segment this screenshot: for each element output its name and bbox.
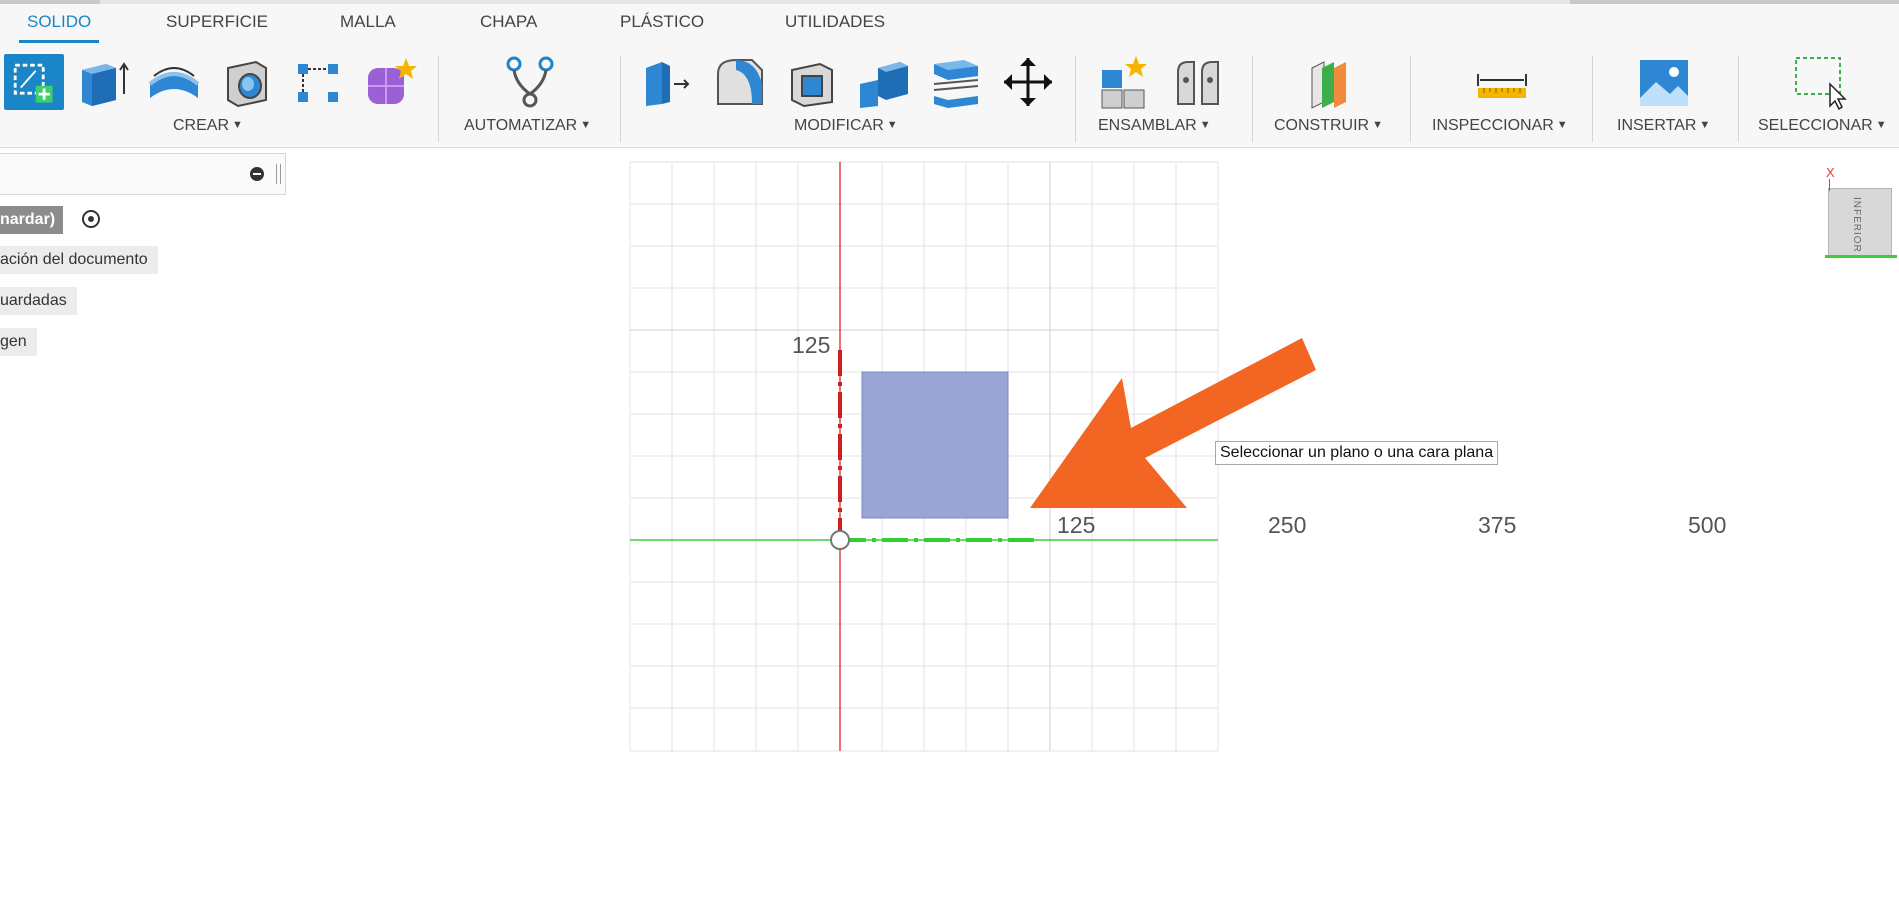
- automate-icon: [506, 56, 554, 108]
- viewcube[interactable]: X INFERIOR: [1825, 165, 1897, 258]
- measure-icon: [1477, 74, 1527, 98]
- automate-button[interactable]: [502, 54, 558, 110]
- group-divider: [1252, 56, 1253, 142]
- move-copy-button[interactable]: [1000, 54, 1056, 110]
- viewcube-axis-label: X: [1826, 165, 1835, 180]
- press-pull-icon: [646, 62, 690, 106]
- tick-label-500: 500: [1688, 512, 1727, 538]
- tab-plastico[interactable]: PLÁSTICO: [620, 12, 704, 32]
- form-icon: [368, 58, 417, 104]
- revolve-button[interactable]: [146, 54, 202, 110]
- tab-superficie[interactable]: SUPERFICIE: [166, 12, 268, 32]
- insert-image-button[interactable]: [1636, 54, 1692, 110]
- extrude-icon: [82, 62, 129, 106]
- group-ensamblar[interactable]: ENSAMBLAR ▼: [1098, 117, 1211, 135]
- tick-label-250: 250: [1268, 512, 1307, 538]
- offset-plane-button[interactable]: [1302, 54, 1358, 110]
- group-divider: [1410, 56, 1411, 142]
- create-sketch-icon: [13, 63, 53, 103]
- extrude-button[interactable]: [76, 54, 132, 110]
- selection-tooltip: Seleccionar un plano o una cara plana: [1215, 441, 1499, 465]
- press-pull-button[interactable]: [640, 54, 696, 110]
- group-automatizar[interactable]: AUTOMATIZAR ▼: [464, 117, 591, 135]
- tick-label-375: 375: [1478, 512, 1517, 538]
- revolve-icon: [148, 67, 200, 98]
- group-crear[interactable]: CREAR ▼: [173, 117, 243, 135]
- viewcube-x-axis: [1829, 179, 1830, 191]
- group-divider: [1738, 56, 1739, 142]
- split-body-icon: [933, 60, 979, 108]
- pattern-button[interactable]: [290, 54, 346, 110]
- fillet-icon: [717, 59, 763, 105]
- select-button[interactable]: [1792, 54, 1848, 110]
- shell-button[interactable]: [784, 54, 840, 110]
- tab-solido[interactable]: SOLIDO: [18, 12, 100, 43]
- measure-button[interactable]: [1474, 54, 1530, 110]
- shell-icon: [791, 62, 833, 108]
- hole-icon: [227, 60, 267, 108]
- tab-malla[interactable]: MALLA: [340, 12, 396, 32]
- fillet-button[interactable]: [712, 54, 768, 110]
- group-divider: [438, 56, 439, 142]
- combine-button[interactable]: [856, 54, 912, 110]
- move-arrows-icon: [1004, 58, 1052, 106]
- form-button[interactable]: [362, 54, 418, 110]
- group-modificar[interactable]: MODIFICAR ▼: [794, 117, 898, 135]
- combine-icon: [860, 62, 908, 108]
- group-divider: [1592, 56, 1593, 142]
- viewcube-y-axis: [1825, 255, 1897, 258]
- viewcube-face-label[interactable]: INFERIOR: [1851, 197, 1862, 253]
- create-sketch-button[interactable]: [4, 54, 64, 110]
- joint-icon: [1177, 61, 1219, 105]
- group-divider: [620, 56, 621, 142]
- group-seleccionar[interactable]: SELECCIONAR ▼: [1758, 117, 1887, 135]
- group-insertar[interactable]: INSERTAR ▼: [1617, 117, 1710, 135]
- sketch-grid[interactable]: [0, 148, 1899, 913]
- new-component-button[interactable]: [1098, 54, 1154, 110]
- tick-label-vertical-125: 125: [792, 332, 831, 358]
- pattern-icon: [298, 64, 338, 102]
- tick-label-125: 125: [1057, 512, 1096, 538]
- ribbon-toolbar: SOLIDO SUPERFICIE MALLA CHAPA PLÁSTICO U…: [0, 4, 1899, 148]
- split-body-button[interactable]: [928, 54, 984, 110]
- design-canvas[interactable]: 125 125 250 375 500 Seleccionar un plano…: [0, 148, 1899, 913]
- group-inspeccionar[interactable]: INSPECCIONAR ▼: [1432, 117, 1568, 135]
- insert-image-icon: [1640, 60, 1688, 106]
- select-box-icon: [1795, 57, 1847, 110]
- offset-plane-icon: [1311, 61, 1346, 109]
- group-construir[interactable]: CONSTRUIR ▼: [1274, 117, 1383, 135]
- tab-chapa[interactable]: CHAPA: [480, 12, 537, 32]
- new-component-icon: [1101, 56, 1147, 109]
- joint-button[interactable]: [1170, 54, 1226, 110]
- group-divider: [1075, 56, 1076, 142]
- hole-button[interactable]: [218, 54, 274, 110]
- tab-utilidades[interactable]: UTILIDADES: [785, 12, 885, 32]
- sketch-profile[interactable]: [861, 371, 1009, 519]
- orange-arrow-icon: [1030, 338, 1316, 508]
- origin-point-icon[interactable]: [830, 530, 850, 550]
